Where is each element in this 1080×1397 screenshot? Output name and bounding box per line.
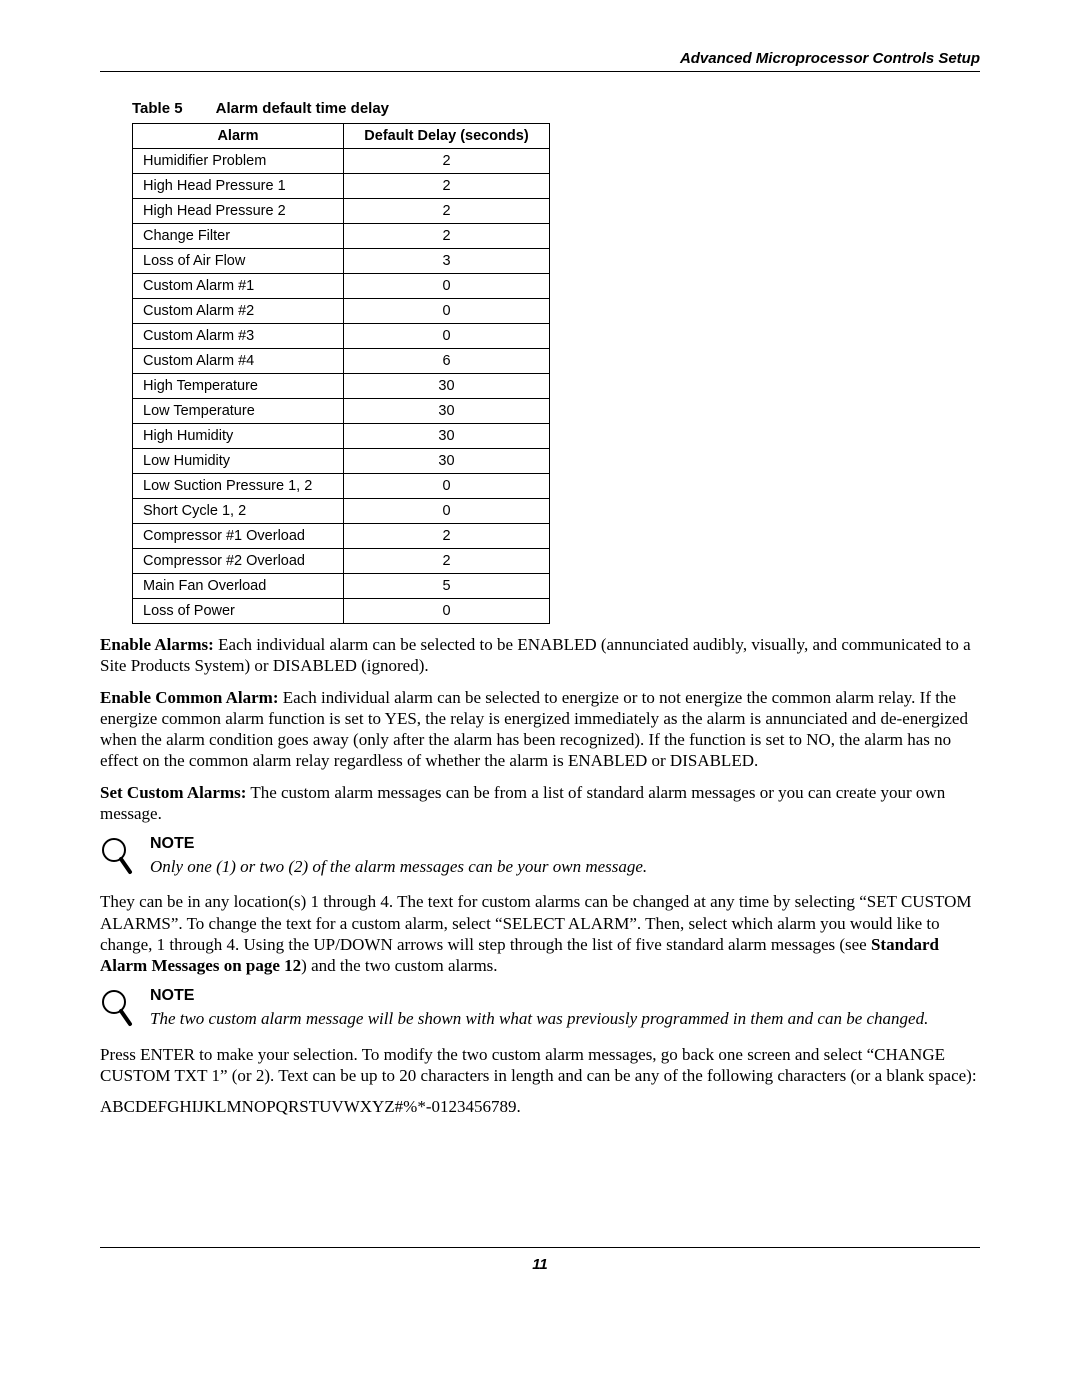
enable-common-alarm-paragraph: Enable Common Alarm: Each individual ala…: [100, 687, 980, 772]
table-row: Custom Alarm #10: [133, 274, 550, 299]
alarm-name-cell: Custom Alarm #2: [133, 299, 344, 324]
alarm-name-cell: Short Cycle 1, 2: [133, 499, 344, 524]
note-heading: NOTE: [150, 986, 980, 1006]
body-text: Enable Alarms: Each individual alarm can…: [100, 634, 980, 1117]
alarm-name-cell: Custom Alarm #3: [133, 324, 344, 349]
table-row: Humidifier Problem2: [133, 149, 550, 174]
alarm-delay-cell: 2: [344, 224, 550, 249]
alarm-delay-cell: 30: [344, 424, 550, 449]
enable-alarms-paragraph: Enable Alarms: Each individual alarm can…: [100, 634, 980, 677]
alarm-delay-cell: 3: [344, 249, 550, 274]
table-row: Custom Alarm #30: [133, 324, 550, 349]
enable-alarms-text: Each individual alarm can be selected to…: [100, 635, 971, 675]
alarm-delay-cell: 6: [344, 349, 550, 374]
table-row: Loss of Air Flow3: [133, 249, 550, 274]
table-row: Low Suction Pressure 1, 20: [133, 474, 550, 499]
custom-location-post: ) and the two custom alarms.: [301, 956, 497, 975]
alarm-delay-cell: 2: [344, 549, 550, 574]
table-row: Change Filter2: [133, 224, 550, 249]
alarm-name-cell: High Temperature: [133, 374, 344, 399]
custom-location-pre: They can be in any location(s) 1 through…: [100, 892, 972, 954]
magnifier-icon: [100, 986, 150, 1033]
enable-common-label: Enable Common Alarm:: [100, 688, 279, 707]
alarm-name-cell: Low Humidity: [133, 449, 344, 474]
table-row: High Temperature30: [133, 374, 550, 399]
page-header: Advanced Microprocessor Controls Setup: [100, 50, 980, 72]
alarm-delay-cell: 30: [344, 374, 550, 399]
table-header-delay: Default Delay (seconds): [344, 124, 550, 149]
magnifier-icon: [100, 834, 150, 881]
alarm-name-cell: Main Fan Overload: [133, 574, 344, 599]
table-row: High Humidity30: [133, 424, 550, 449]
alarm-delay-cell: 2: [344, 199, 550, 224]
table-row: Loss of Power0: [133, 599, 550, 624]
alarm-delay-cell: 30: [344, 449, 550, 474]
table-row: High Head Pressure 12: [133, 174, 550, 199]
table-header-alarm: Alarm: [133, 124, 344, 149]
alarm-delay-cell: 2: [344, 524, 550, 549]
alarm-delay-cell: 30: [344, 399, 550, 424]
table-row: Low Temperature30: [133, 399, 550, 424]
page-footer: 11: [100, 1247, 980, 1273]
alarm-name-cell: Low Suction Pressure 1, 2: [133, 474, 344, 499]
document-page: Advanced Microprocessor Controls Setup T…: [0, 0, 1080, 1313]
alarm-name-cell: Loss of Air Flow: [133, 249, 344, 274]
set-custom-alarms-paragraph: Set Custom Alarms: The custom alarm mess…: [100, 782, 980, 825]
table-row: High Head Pressure 22: [133, 199, 550, 224]
alarm-name-cell: Custom Alarm #4: [133, 349, 344, 374]
alarm-name-cell: Change Filter: [133, 224, 344, 249]
table-row: Compressor #2 Overload2: [133, 549, 550, 574]
alarm-name-cell: High Humidity: [133, 424, 344, 449]
enable-alarms-label: Enable Alarms:: [100, 635, 214, 654]
alarm-delay-cell: 2: [344, 149, 550, 174]
table-row: Custom Alarm #46: [133, 349, 550, 374]
page-number: 11: [532, 1256, 548, 1273]
alarm-name-cell: High Head Pressure 1: [133, 174, 344, 199]
alarm-delay-cell: 0: [344, 599, 550, 624]
alarm-name-cell: Compressor #1 Overload: [133, 524, 344, 549]
table-row: Compressor #1 Overload2: [133, 524, 550, 549]
table-caption: Table 5 Alarm default time delay: [132, 100, 980, 117]
table-number: Table 5: [132, 100, 212, 117]
table-row: Main Fan Overload5: [133, 574, 550, 599]
table-title: Alarm default time delay: [216, 100, 389, 117]
allowed-characters: ABCDEFGHIJKLMNOPQRSTUVWXYZ#%*-0123456789…: [100, 1096, 980, 1117]
table-row: Low Humidity30: [133, 449, 550, 474]
table-row: Custom Alarm #20: [133, 299, 550, 324]
alarm-delay-cell: 5: [344, 574, 550, 599]
alarm-name-cell: Compressor #2 Overload: [133, 549, 344, 574]
note-block-1: NOTE Only one (1) or two (2) of the alar…: [100, 834, 980, 881]
alarm-delay-table: Alarm Default Delay (seconds) Humidifier…: [132, 123, 550, 624]
section-title: Advanced Microprocessor Controls Setup: [680, 50, 980, 67]
alarm-delay-cell: 0: [344, 474, 550, 499]
alarm-name-cell: Low Temperature: [133, 399, 344, 424]
note-heading: NOTE: [150, 834, 980, 854]
table-row: Short Cycle 1, 20: [133, 499, 550, 524]
alarm-delay-cell: 0: [344, 499, 550, 524]
press-enter-paragraph: Press ENTER to make your selection. To m…: [100, 1044, 980, 1087]
alarm-delay-cell: 0: [344, 299, 550, 324]
alarm-name-cell: Loss of Power: [133, 599, 344, 624]
note-text: The two custom alarm message will be sho…: [150, 1008, 980, 1029]
alarm-delay-cell: 2: [344, 174, 550, 199]
custom-location-paragraph: They can be in any location(s) 1 through…: [100, 891, 980, 976]
set-custom-label: Set Custom Alarms:: [100, 783, 246, 802]
alarm-name-cell: Humidifier Problem: [133, 149, 344, 174]
alarm-delay-cell: 0: [344, 324, 550, 349]
note-text: Only one (1) or two (2) of the alarm mes…: [150, 856, 980, 877]
note-block-2: NOTE The two custom alarm message will b…: [100, 986, 980, 1033]
alarm-name-cell: Custom Alarm #1: [133, 274, 344, 299]
alarm-delay-cell: 0: [344, 274, 550, 299]
alarm-name-cell: High Head Pressure 2: [133, 199, 344, 224]
